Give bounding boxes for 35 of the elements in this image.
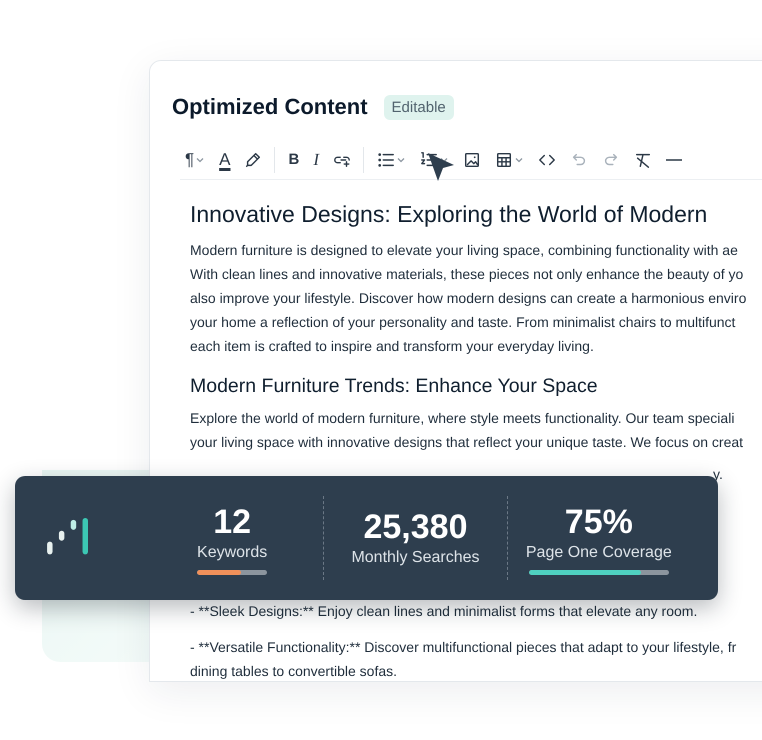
stat-label: Monthly Searches: [351, 548, 480, 568]
text-line: your home a reflection of your personality and taste. From minimalist chairs to multifunct: [190, 313, 736, 332]
highlighter-icon: [244, 151, 262, 169]
progress-bar: [197, 570, 268, 574]
bullet-list-icon: [377, 151, 395, 169]
stat-value: 75%: [564, 502, 633, 542]
stat-value: 25,380: [363, 507, 468, 547]
text-color-button[interactable]: A: [214, 147, 236, 173]
caret-icon: [514, 155, 524, 165]
text-line: each item is crafted to inspire and transform your everyday living.: [190, 337, 595, 356]
text-line: Explore the world of modern furniture, where style meets functionality. Our team speciali: [190, 409, 736, 428]
text-line: your living space with innovative designs that reflect your unique taste. We focus on creat: [190, 433, 744, 452]
glyph-button[interactable]: ¶: [180, 147, 210, 173]
text-line: - **Versatile Functionality:** Discover multifunctional pieces that adapt to your lifestyle, fr: [190, 638, 738, 657]
caret-icon: [195, 155, 206, 165]
editable-badge: Editable: [384, 94, 454, 120]
clear-format-icon: [634, 151, 652, 169]
text-line: dining tables to convertible sofas.: [190, 662, 398, 681]
horizontal-rule-icon: [666, 159, 682, 161]
mouse-pointer-icon: [426, 151, 456, 183]
stat-label: Page One Coverage: [526, 542, 672, 562]
stat-label: Keywords: [197, 542, 268, 562]
heading: Innovative Designs: Exploring the World of Modern: [190, 200, 708, 229]
stat-value: 12: [213, 502, 252, 542]
text-line: Modern furniture is designed to elevate your living space, combining functionality with ae: [190, 241, 739, 260]
italic-button[interactable]: I: [308, 147, 324, 173]
text-line: also improve your lifestyle. Discover how modern designs can create a harmonious enviro: [190, 289, 748, 308]
caret-icon: [396, 155, 406, 165]
text-line: With clean lines and innovative materials, these pieces not only enhance the beauty of yo: [190, 265, 744, 284]
image-icon: [463, 151, 481, 169]
heading: Modern Furniture Trends: Enhance Your Space: [190, 374, 599, 399]
editor-title: Optimized Content: [172, 94, 368, 120]
bold-button[interactable]: B: [283, 147, 304, 173]
table-icon: [495, 151, 513, 169]
text-line: - **Sleek Designs:** Enjoy clean lines and minimalist forms that elevate any room.: [190, 602, 698, 621]
